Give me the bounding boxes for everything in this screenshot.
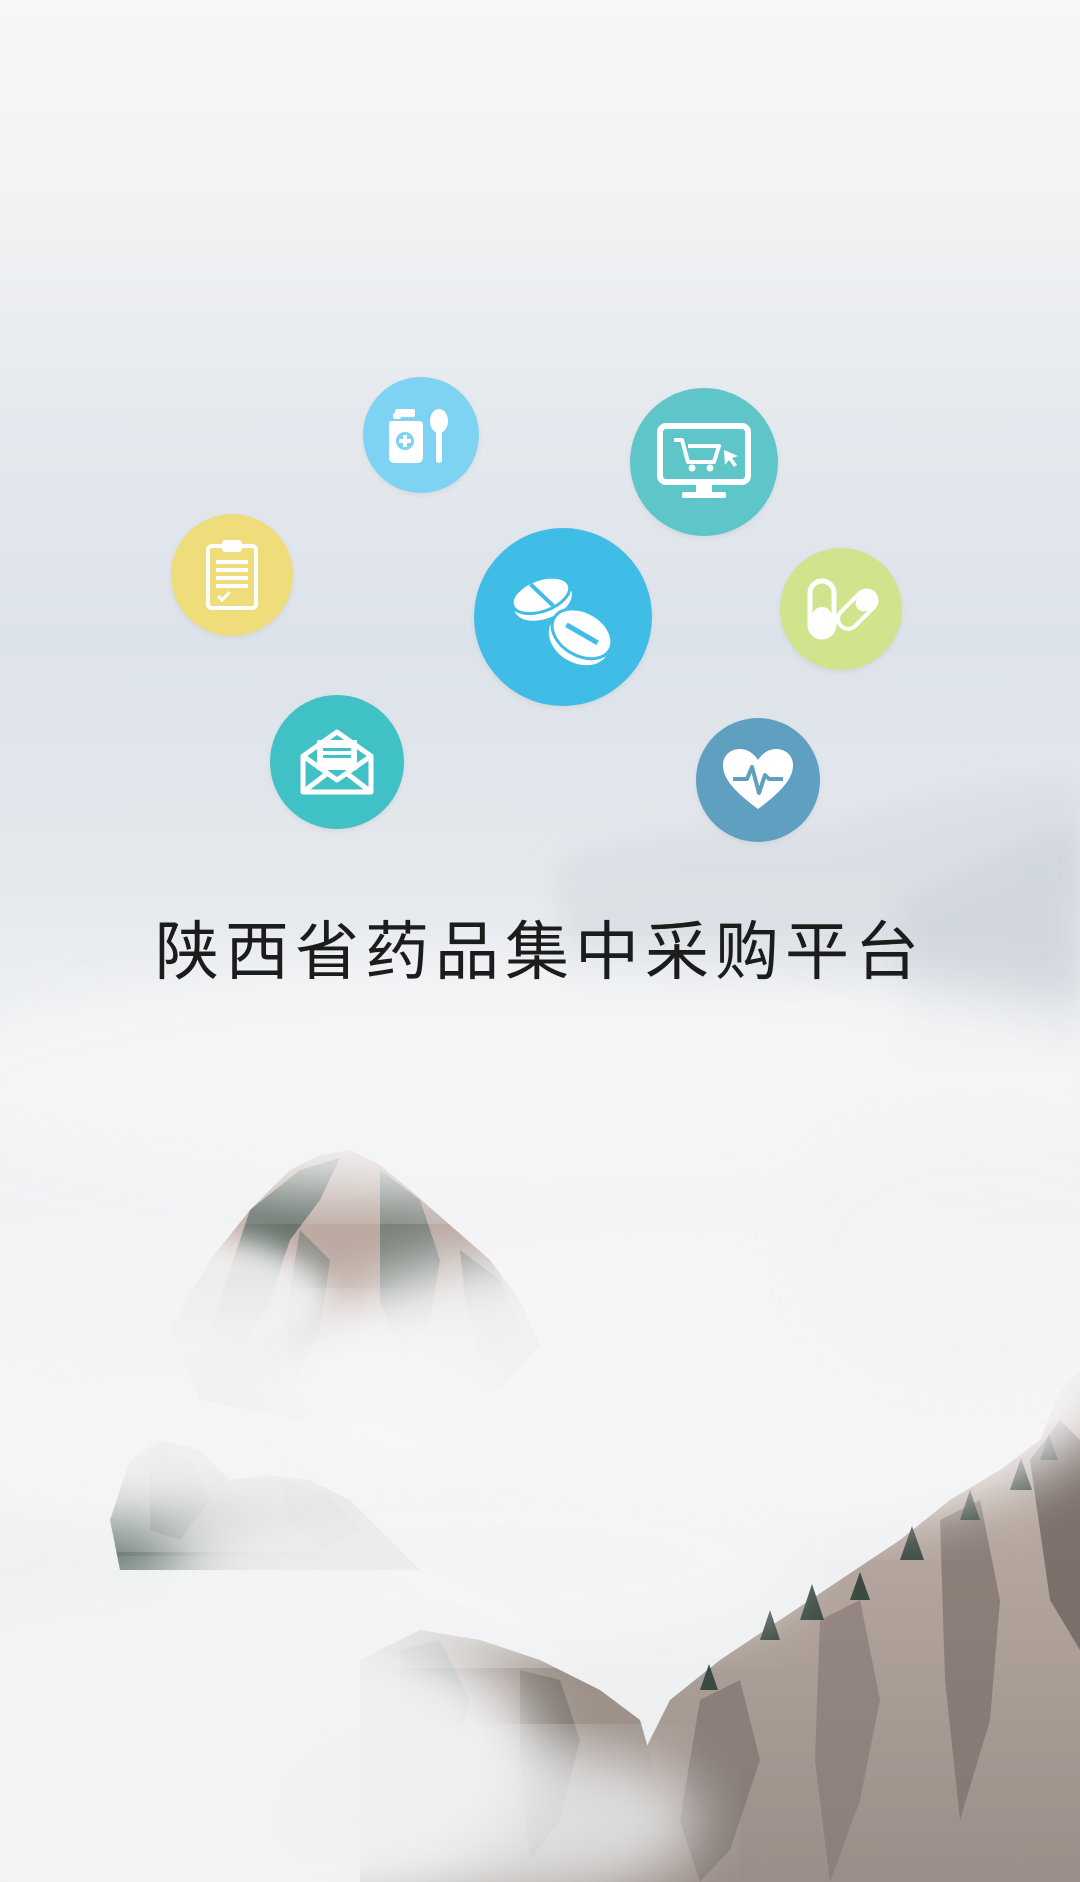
medicine-bottle-icon (363, 377, 479, 493)
pills-icon (474, 528, 652, 706)
capsule-icon (780, 548, 902, 670)
envelope-icon (270, 695, 404, 829)
clipboard-icon (171, 514, 293, 636)
heart-pulse-icon (696, 718, 820, 842)
splash-screen: 陕西省药品集中采购平台 (0, 0, 1080, 1882)
app-title: 陕西省药品集中采购平台 (155, 916, 925, 990)
shopping-cart-monitor-icon (630, 388, 778, 536)
